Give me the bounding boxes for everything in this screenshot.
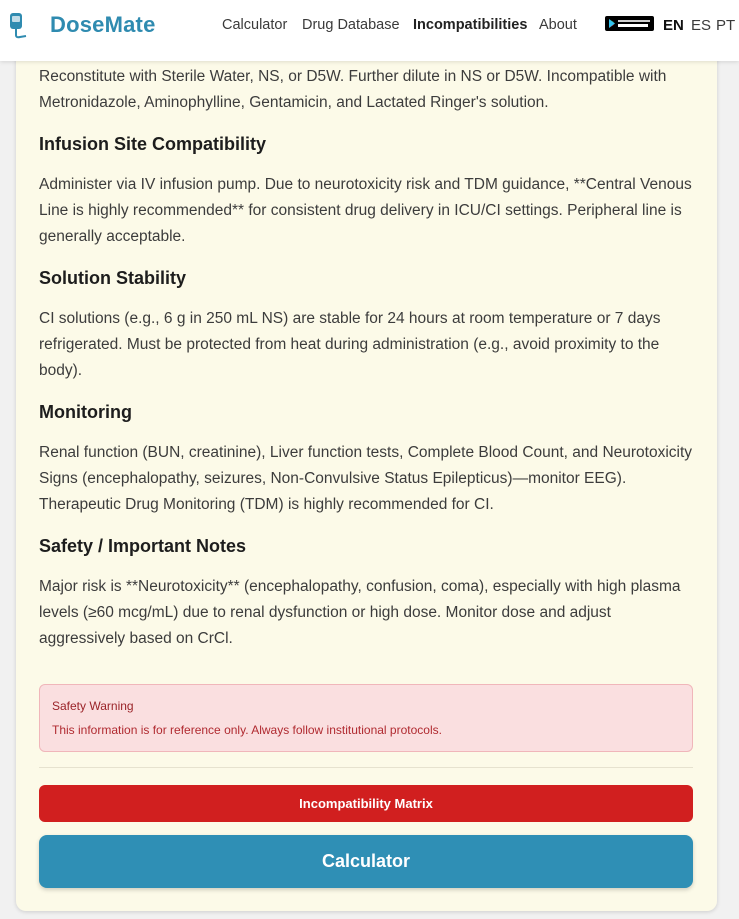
iv-bag-icon[interactable] bbox=[8, 11, 30, 39]
section-title-infusion-site: Infusion Site Compatibility bbox=[39, 134, 267, 154]
nav-about[interactable]: About bbox=[539, 17, 577, 33]
incompatibility-matrix-button[interactable]: Incompatibility Matrix bbox=[39, 785, 693, 822]
brand-name[interactable]: DoseMate bbox=[50, 12, 156, 38]
section-title-solution-stability: Solution Stability bbox=[39, 268, 186, 288]
top-navbar: DoseMate Calculator Drug Database Incomp… bbox=[0, 0, 739, 61]
lang-pt[interactable]: PT bbox=[716, 17, 735, 34]
section-text-solution-stability: CI solutions (e.g., 6 g in 250 mL NS) ar… bbox=[39, 310, 661, 379]
safety-warning-box: Safety Warning This information is for r… bbox=[39, 684, 693, 752]
section-title-monitoring: Monitoring bbox=[39, 402, 132, 422]
reconstitution-text: Reconstitute with Sterile Water, NS, or … bbox=[39, 68, 667, 111]
drug-info-card: Reconstitute with Sterile Water, NS, or … bbox=[16, 40, 717, 911]
lang-en[interactable]: EN bbox=[663, 17, 684, 34]
divider bbox=[39, 767, 693, 768]
nav-calculator[interactable]: Calculator bbox=[222, 17, 287, 33]
safety-warning-text: This information is for reference only. … bbox=[52, 723, 442, 737]
google-play-badge-icon[interactable] bbox=[605, 16, 654, 31]
safety-warning-title: Safety Warning bbox=[52, 699, 134, 713]
section-text-infusion-site: Administer via IV infusion pump. Due to … bbox=[39, 176, 692, 245]
section-title-safety-notes: Safety / Important Notes bbox=[39, 536, 247, 556]
section-text-safety-notes: Major risk is **Neurotoxicity** (encepha… bbox=[39, 578, 681, 647]
calculator-button[interactable]: Calculator bbox=[39, 835, 693, 888]
nav-drug-database[interactable]: Drug Database bbox=[302, 17, 400, 33]
card-content: Reconstitute with Sterile Water, NS, or … bbox=[39, 64, 695, 652]
lang-es[interactable]: ES bbox=[691, 17, 711, 34]
section-text-monitoring: Renal function (BUN, creatinine), Liver … bbox=[39, 444, 693, 513]
nav-incompatibilities[interactable]: Incompatibilities bbox=[413, 17, 527, 33]
